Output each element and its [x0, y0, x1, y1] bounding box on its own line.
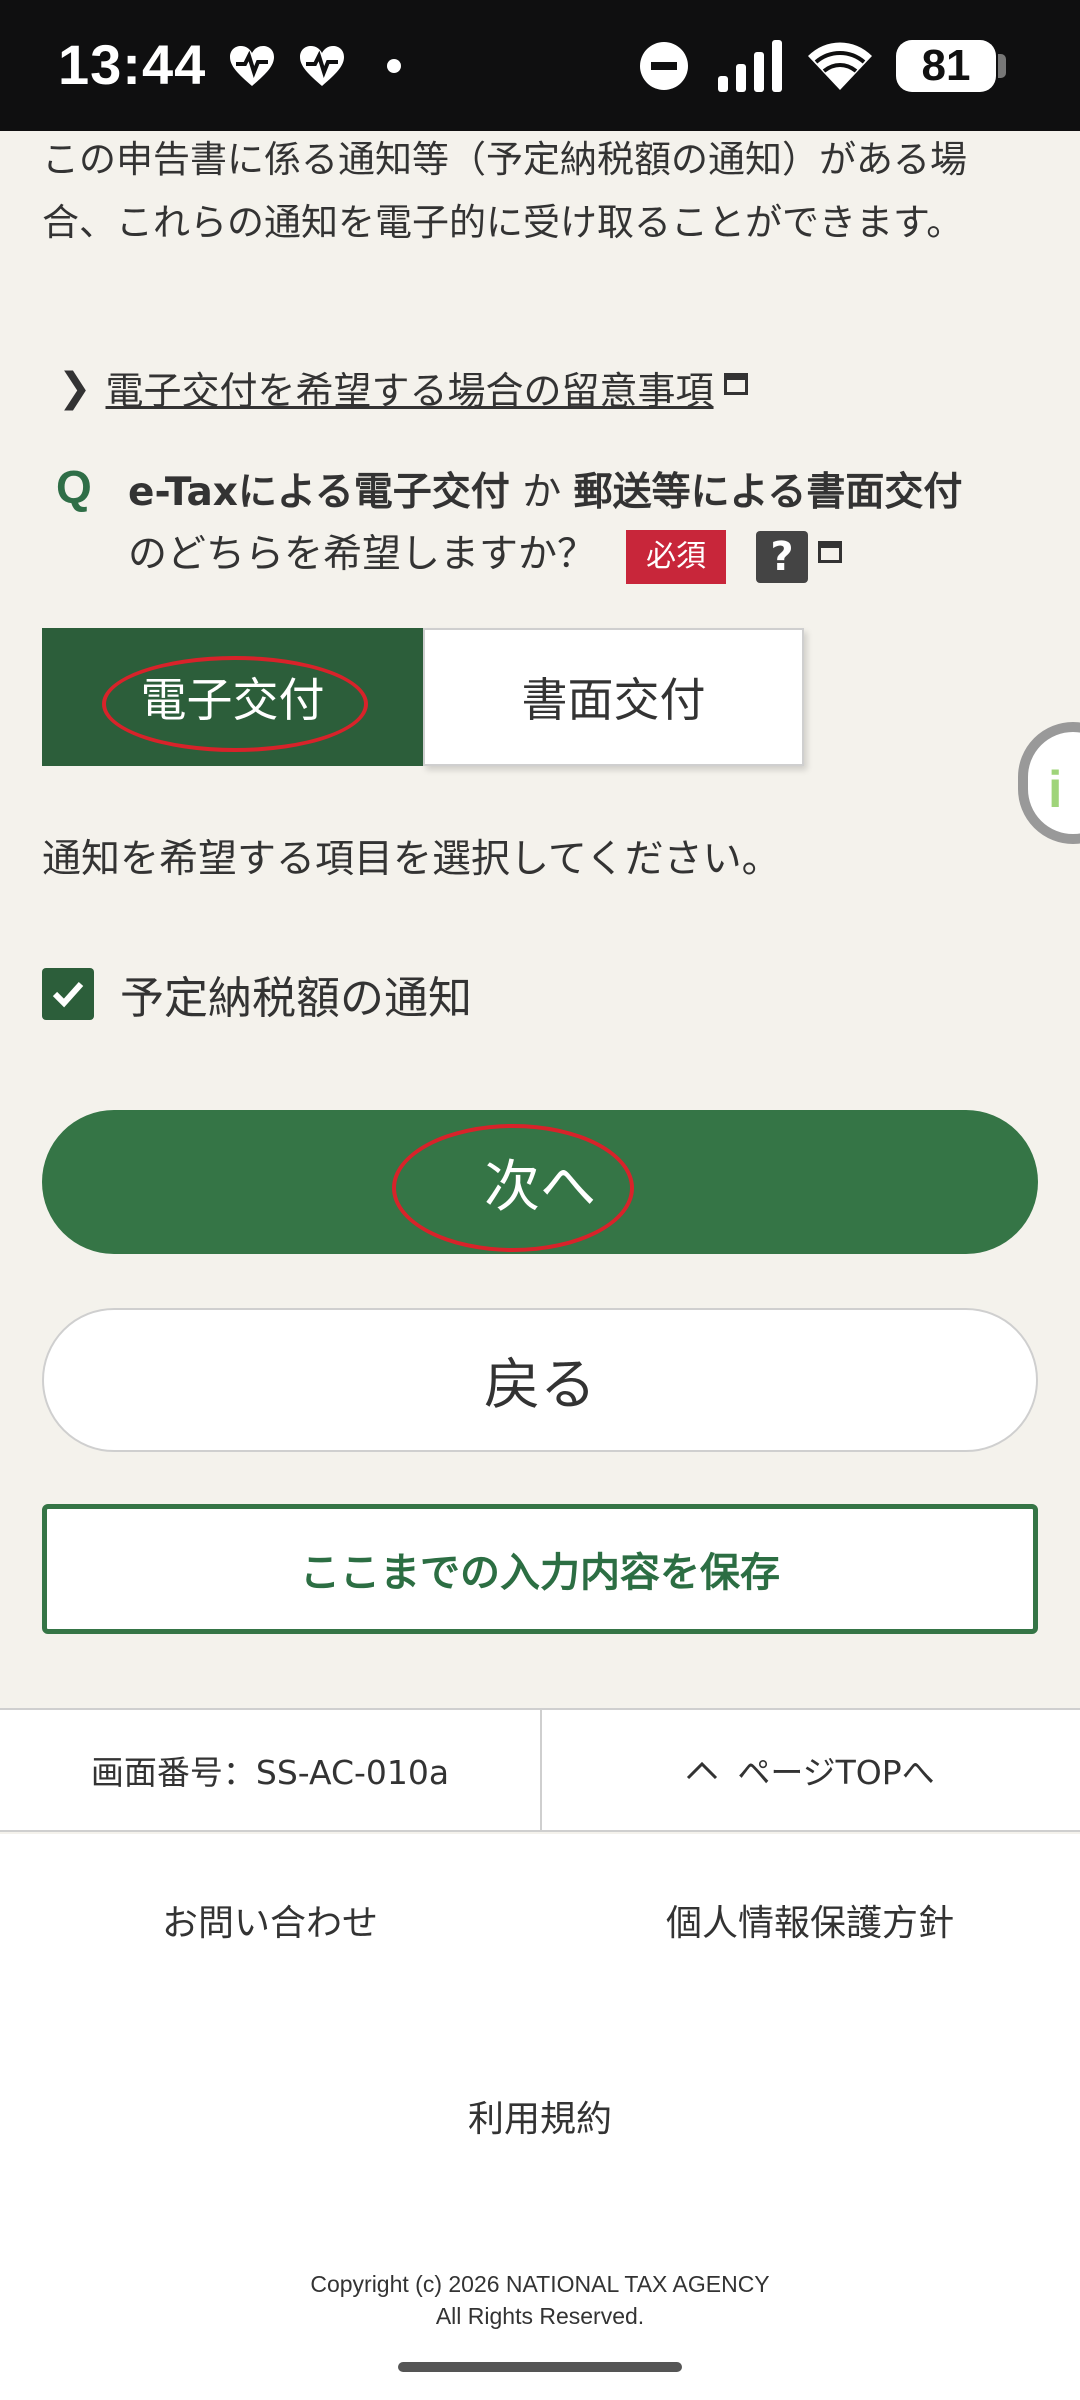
- option-electronic-delivery[interactable]: 電子交付: [42, 628, 423, 766]
- home-indicator[interactable]: [398, 2362, 682, 2372]
- page-top-link[interactable]: ページTOPへ: [540, 1710, 1080, 1830]
- assistant-icon: i: [1048, 761, 1063, 819]
- new-window-icon: [723, 372, 748, 395]
- chevron-right-icon: ❯: [58, 364, 92, 411]
- intro-text: この申告書に係る通知等（予定納税額の通知）がある場合、これらの通知を電子的に受け…: [42, 138, 967, 244]
- question-mark-label: Q: [56, 461, 92, 513]
- option-electronic-label: 電子交付: [140, 673, 325, 727]
- battery-cap: [998, 54, 1006, 78]
- question-part-paper: 郵送等による書面交付: [573, 470, 963, 515]
- battery-level: 81: [921, 41, 971, 90]
- battery-icon: 81: [896, 40, 996, 92]
- save-progress-label: ここまでの入力内容を保存: [300, 1550, 780, 1596]
- signal-icon: [718, 40, 782, 92]
- page-top-label: ページTOPへ: [737, 1753, 935, 1792]
- option-paper-delivery[interactable]: 書面交付: [423, 628, 804, 766]
- wifi-icon: [808, 42, 872, 90]
- back-button-label: 戻る: [484, 1352, 596, 1418]
- copyright-line2: All Rights Reserved.: [435, 2303, 645, 2329]
- checkbox-row[interactable]: 予定納税額の通知: [42, 962, 472, 1026]
- contact-link[interactable]: お問い合わせ: [0, 1894, 540, 1946]
- question-connector: か: [509, 470, 574, 515]
- floating-assistant-button[interactable]: i: [1018, 722, 1080, 844]
- chevron-up-icon: [687, 1761, 718, 1780]
- question-part-electronic: e-Taxによる電子交付: [128, 470, 510, 515]
- instruction-text: 通知を希望する項目を選択してください。: [42, 837, 781, 882]
- copyright-line1: Copyright (c) 2026 NATIONAL TAX AGENCY: [310, 2271, 770, 2297]
- notice-link-label[interactable]: 電子交付を希望する場合の留意事項: [106, 360, 714, 415]
- dot-icon: [387, 59, 401, 73]
- copyright: Copyright (c) 2026 NATIONAL TAX AGENCY A…: [0, 2268, 1080, 2332]
- status-time: 13:44: [58, 33, 207, 96]
- footer-bar: 画面番号：SS-AC-010a ページTOPへ: [0, 1708, 1080, 1832]
- option-paper-label: 書面交付: [521, 673, 706, 727]
- notice-link[interactable]: ❯ 電子交付を希望する場合の留意事項: [58, 360, 748, 415]
- save-progress-button[interactable]: ここまでの入力内容を保存: [42, 1504, 1038, 1634]
- question-text: e-Taxによる電子交付 か 郵送等による書面交付 のどちらを希望しますか？ 必須…: [128, 462, 1048, 586]
- checkbox[interactable]: [42, 968, 94, 1020]
- terms-link[interactable]: 利用規約: [0, 2090, 1080, 2142]
- status-bar: 13:44 81: [0, 0, 1080, 131]
- next-button[interactable]: 次へ: [42, 1110, 1038, 1254]
- required-badge: 必須: [626, 529, 727, 584]
- new-window-icon: [818, 541, 843, 563]
- screen-number: 画面番号：SS-AC-010a: [0, 1710, 542, 1830]
- next-button-label: 次へ: [484, 1154, 596, 1220]
- heart-rate-icon: [300, 46, 344, 86]
- checkbox-label: 予定納税額の通知: [120, 973, 472, 1024]
- help-button[interactable]: ?: [756, 530, 809, 583]
- privacy-policy-link[interactable]: 個人情報保護方針: [540, 1894, 1080, 1946]
- back-button[interactable]: 戻る: [42, 1308, 1038, 1452]
- heart-rate-icon: [230, 46, 274, 86]
- question-part-end: のどちらを希望しますか？: [128, 532, 597, 577]
- do-not-disturb-icon: [640, 42, 688, 90]
- checkmark-icon: [52, 981, 84, 1008]
